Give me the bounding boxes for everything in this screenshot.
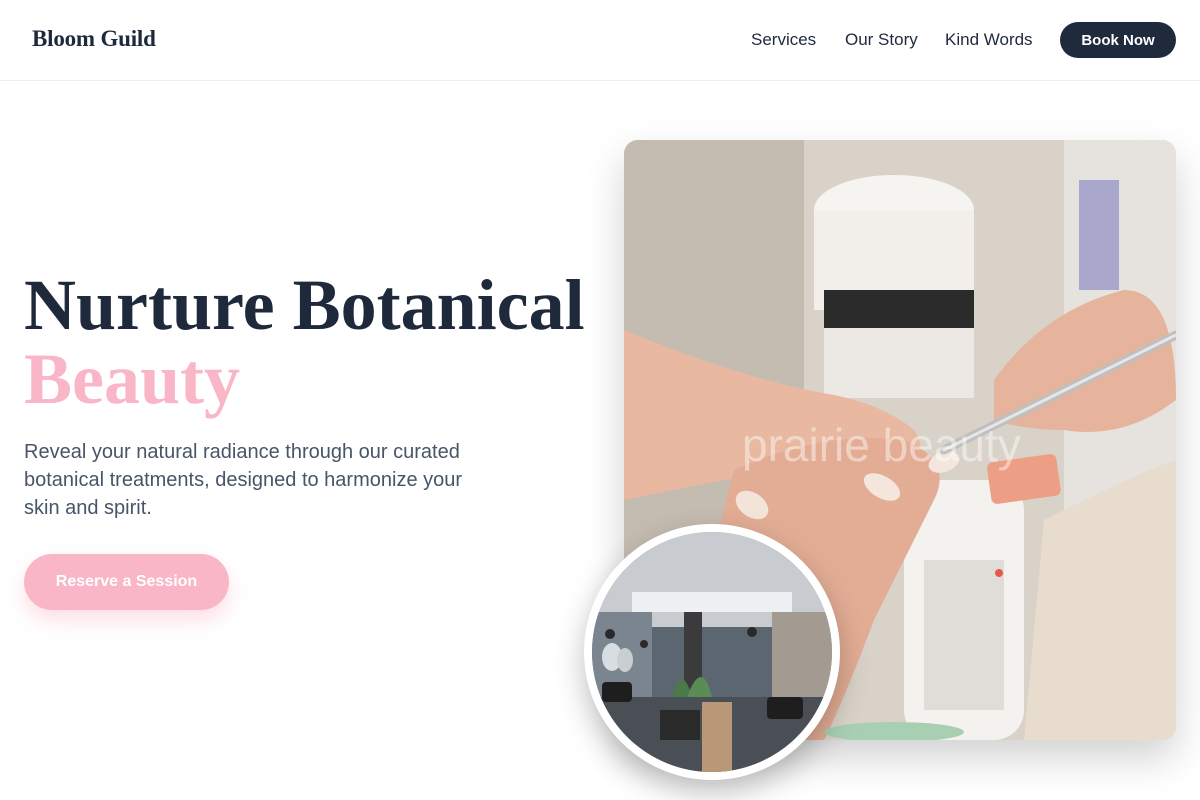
salon-illustration (592, 532, 832, 772)
brand-logo[interactable]: Bloom Guild (32, 26, 156, 52)
nav-our-story[interactable]: Our Story (845, 30, 918, 50)
site-header: Bloom Guild Services Our Story Kind Word… (0, 0, 1200, 81)
image-watermark: prairie beauty (742, 419, 1021, 471)
book-now-button[interactable]: Book Now (1060, 22, 1176, 58)
nav-services[interactable]: Services (751, 30, 816, 50)
hero-title-accent: Beauty (24, 339, 240, 419)
reserve-session-button[interactable]: Reserve a Session (24, 554, 229, 610)
hero-title: Nurture Botanical Beauty (24, 268, 585, 416)
nav-kind-words[interactable]: Kind Words (945, 30, 1033, 50)
hero-title-line1: Nurture Botanical (24, 265, 585, 345)
hero-description: Reveal your natural radiance through our… (24, 441, 463, 519)
salon-interior-photo (584, 524, 840, 780)
